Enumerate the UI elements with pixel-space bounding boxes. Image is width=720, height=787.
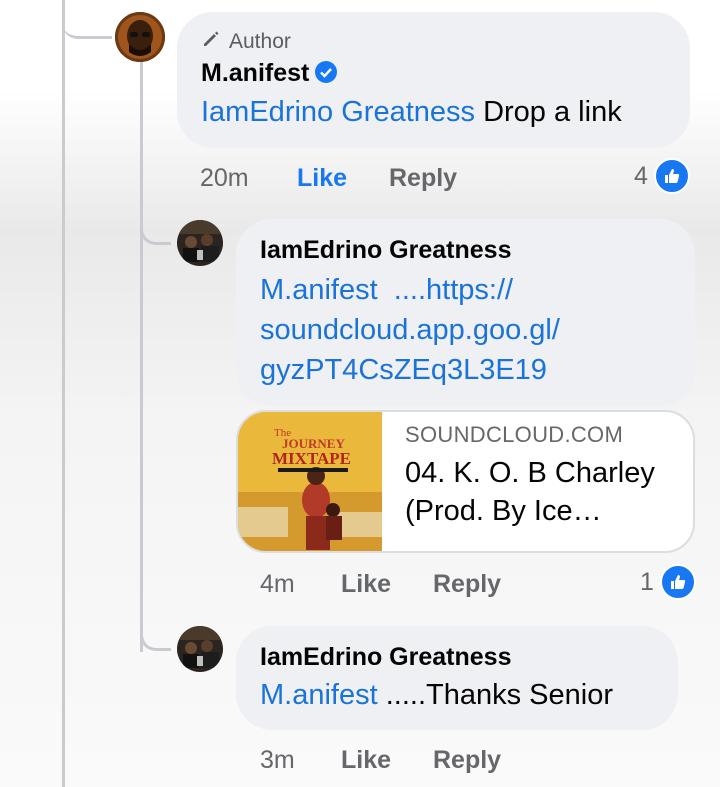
comment-body: Drop a link [483,96,622,128]
link-preview-title[interactable]: 04. K. O. B Charley (Prod. By Ice… [405,454,685,530]
mention-link[interactable]: M.anifest [260,679,378,711]
thread-elbow-reply-1 [140,200,171,245]
thread-elbow-reply-2 [140,606,171,651]
reaction-count: 1 [640,567,654,596]
avatar-edrino[interactable] [177,220,223,266]
comment-timestamp: 3m [260,746,295,774]
comment-text: M.anifest .....Thanks Senior [260,679,613,712]
thumbs-up-icon [653,158,690,194]
link-preview-domain: SOUNDCLOUD.COM [405,422,624,447]
thread-elbow-main [62,0,112,39]
commenter-name[interactable]: IamEdrino Greatness [260,643,511,672]
url-link-part-2[interactable]: soundcloud.app.goo.gl/ [260,314,560,347]
reply-button[interactable]: Reply [433,570,501,599]
comment-text: IamEdrino Greatness Drop a link [201,96,622,129]
url-link-part-3[interactable]: gyzPT4CsZEq3L3E19 [260,354,547,387]
like-button[interactable]: Like [341,570,391,599]
comment-timestamp: 4m [260,570,295,598]
thread-line-inner [140,62,143,652]
author-badge: Author [201,29,291,55]
thumb-title-mixtape: MIXTAPE [272,449,351,468]
link-preview-thumbnail[interactable]: The JOURNEY MIXTAPE [238,412,382,551]
comment-bubble-reply-1[interactable]: IamEdrino Greatness M.anifest ....https:… [236,219,695,406]
reaction-count: 4 [634,161,648,190]
reply-button[interactable]: Reply [433,746,501,775]
pencil-icon [201,29,221,55]
reply-button[interactable]: Reply [389,164,457,193]
reaction-summary[interactable]: 4 [634,158,690,194]
comment-bubble-main[interactable]: Author M.anifest IamEdrino Greatness Dro… [177,12,690,148]
url-link-part-1[interactable]: ....https:// [394,274,513,306]
mention-link[interactable]: IamEdrino Greatness [201,96,475,128]
commenter-name[interactable]: M.anifest [201,59,338,88]
reaction-summary[interactable]: 1 [640,564,696,600]
comment-bubble-reply-2[interactable]: IamEdrino Greatness M.anifest .....Thank… [236,626,678,730]
commenter-name-text[interactable]: M.anifest [201,59,309,87]
avatar-edrino[interactable] [177,626,223,672]
like-button[interactable]: Like [341,746,391,775]
thumbs-up-icon [659,564,696,600]
author-tag-label: Author [229,30,291,53]
avatar-manifest[interactable] [115,12,165,62]
comment-text-line-1: M.anifest ....https:// [260,274,513,307]
comment-body: .....Thanks Senior [385,679,614,711]
thread-line-outer [62,0,65,787]
link-preview-card[interactable]: The JOURNEY MIXTAPE SOUNDCLOUD.COM 04. K… [236,410,695,553]
like-button[interactable]: Like [297,164,347,193]
commenter-name[interactable]: IamEdrino Greatness [260,236,511,265]
comment-timestamp: 20m [200,164,249,192]
mention-link[interactable]: M.anifest [260,274,378,306]
verified-badge-icon [315,61,338,84]
